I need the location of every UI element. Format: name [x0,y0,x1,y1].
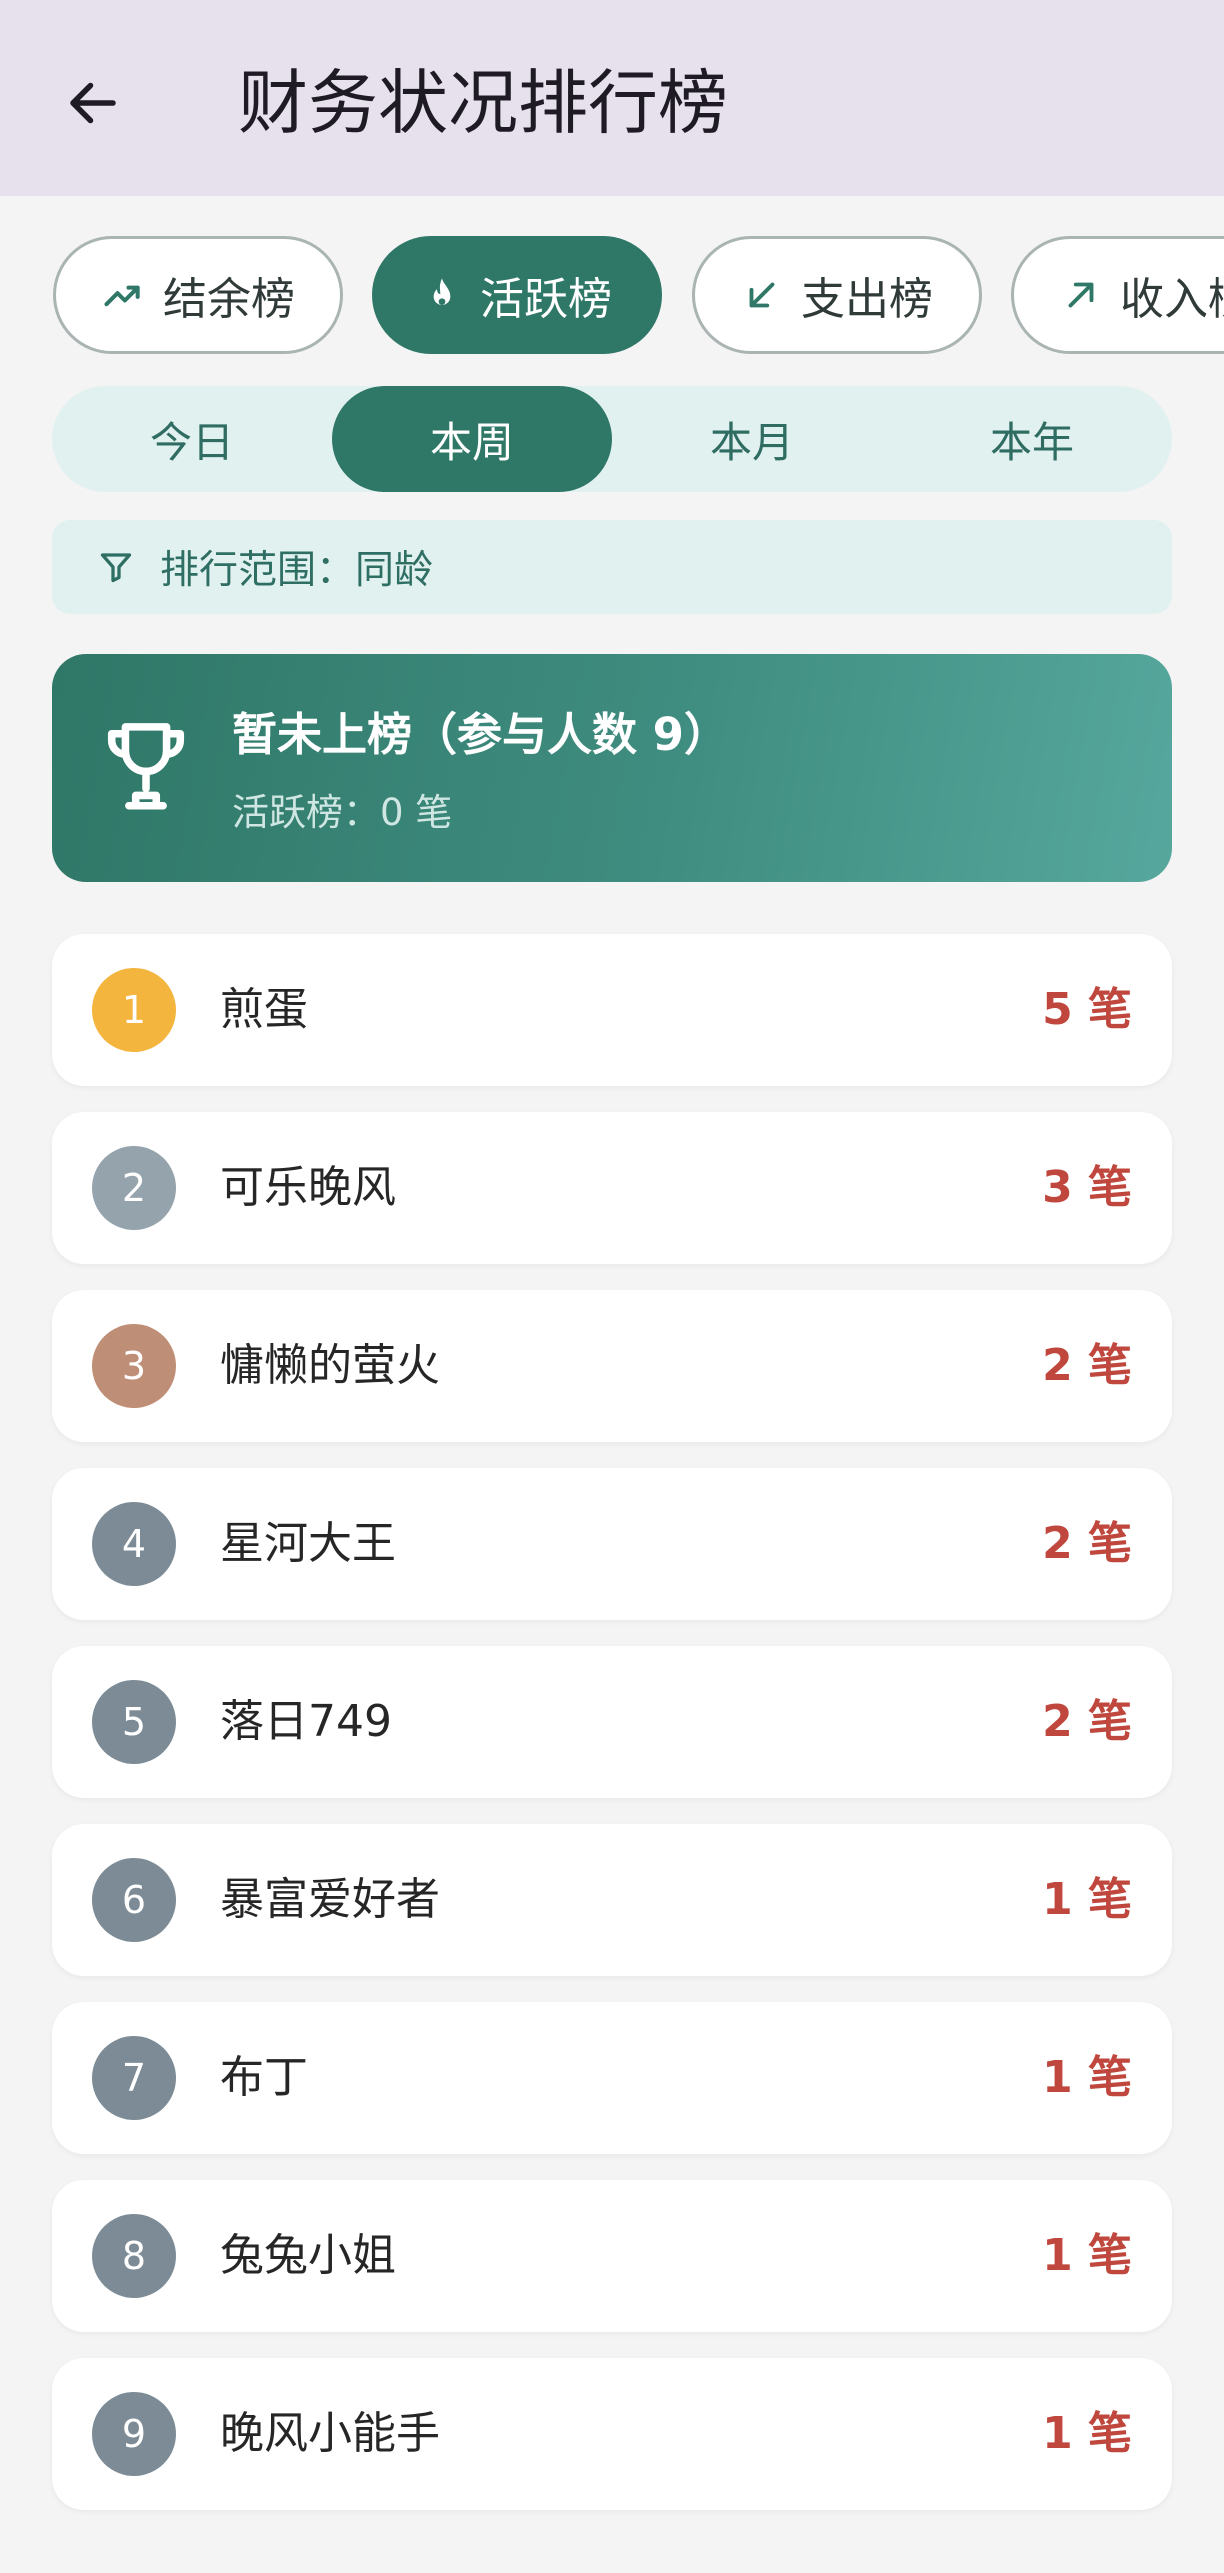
ranking-row[interactable]: 7 布丁 1 笔 [52,2002,1172,2154]
ranking-row[interactable]: 2 可乐晚风 3 笔 [52,1112,1172,1264]
period-this-week[interactable]: 本周 [332,386,612,492]
rank-badge: 9 [92,2392,176,2476]
rank-status-subtitle: 活跃榜：0 笔 [232,791,453,834]
user-name: 落日749 [220,1696,392,1747]
app-bar: 财务状况排行榜 [0,0,1224,196]
period-selector: 今日 本周 本月 本年 [52,386,1172,492]
trending-up-icon [104,285,140,307]
user-name: 布丁 [220,2052,308,2103]
arrow-up-right-icon [1068,282,1094,308]
app-root: 财务状况排行榜 结余榜 活跃榜 支出榜 收入榜 [0,0,1224,2573]
user-name: 兔兔小姐 [220,2230,396,2281]
filter-icon [100,553,132,583]
ranking-row[interactable]: 6 暴富爱好者 1 笔 [52,1824,1172,1976]
period-this-year[interactable]: 本年 [892,386,1172,492]
user-name: 晚风小能手 [220,2408,440,2459]
arrow-left-icon [70,82,116,124]
ranking-row[interactable]: 8 兔兔小姐 1 笔 [52,2180,1172,2332]
ranking-row[interactable]: 4 星河大王 2 笔 [52,1468,1172,1620]
rank-badge: 5 [92,1680,176,1764]
transaction-count: 1 笔 [1042,1874,1132,1925]
user-name: 星河大王 [220,1518,396,1569]
chip-label: 活跃榜 [480,274,612,325]
period-this-month[interactable]: 本月 [612,386,892,492]
chip-label: 结余榜 [163,274,295,325]
transaction-count: 2 笔 [1042,1696,1132,1747]
rank-badge: 3 [92,1324,176,1408]
arrow-down-left-icon [749,282,775,308]
page-title: 财务状况排行榜 [238,62,728,144]
ranking-row[interactable]: 1 煎蛋 5 笔 [52,934,1172,1086]
flame-icon [433,278,451,305]
ranking-list: 1 煎蛋 5 笔 2 可乐晚风 3 笔 3 慵懒的萤火 2 笔 4 星河大王 2… [52,934,1172,2536]
range-filter-label: 排行范围：同龄 [160,548,434,593]
transaction-count: 2 笔 [1042,1518,1132,1569]
rank-badge: 8 [92,2214,176,2298]
transaction-count: 1 笔 [1042,2408,1132,2459]
chip-label: 支出榜 [801,274,933,325]
chip-expense-board[interactable]: 支出榜 [692,236,982,354]
transaction-count: 5 笔 [1042,984,1132,1035]
rank-status-title: 暂未上榜（参与人数 9） [232,708,729,761]
rank-badge: 2 [92,1146,176,1230]
transaction-count: 3 笔 [1042,1162,1132,1213]
transaction-count: 2 笔 [1042,1340,1132,1391]
user-name: 暴富爱好者 [220,1874,440,1925]
board-chips: 结余榜 活跃榜 支出榜 收入榜 [0,236,1224,354]
user-name: 慵懒的萤火 [220,1340,440,1391]
rank-badge: 6 [92,1858,176,1942]
ranking-row[interactable]: 3 慵懒的萤火 2 笔 [52,1290,1172,1442]
chip-label: 收入榜 [1120,274,1224,325]
rank-badge: 1 [92,968,176,1052]
back-button[interactable] [48,58,138,148]
chip-active-board[interactable]: 活跃榜 [372,236,662,354]
my-rank-card: 暂未上榜（参与人数 9） 活跃榜：0 笔 [52,654,1172,882]
ranking-row[interactable]: 9 晚风小能手 1 笔 [52,2358,1172,2510]
rank-badge: 7 [92,2036,176,2120]
range-filter[interactable]: 排行范围：同龄 [52,520,1172,614]
chip-balance-board[interactable]: 结余榜 [53,236,343,354]
user-name: 煎蛋 [220,984,308,1035]
trophy-icon [107,723,185,810]
chip-income-board[interactable]: 收入榜 [1011,236,1224,354]
period-today[interactable]: 今日 [52,386,332,492]
rank-badge: 4 [92,1502,176,1586]
transaction-count: 1 笔 [1042,2230,1132,2281]
user-name: 可乐晚风 [220,1162,396,1213]
transaction-count: 1 笔 [1042,2052,1132,2103]
ranking-row[interactable]: 5 落日749 2 笔 [52,1646,1172,1798]
